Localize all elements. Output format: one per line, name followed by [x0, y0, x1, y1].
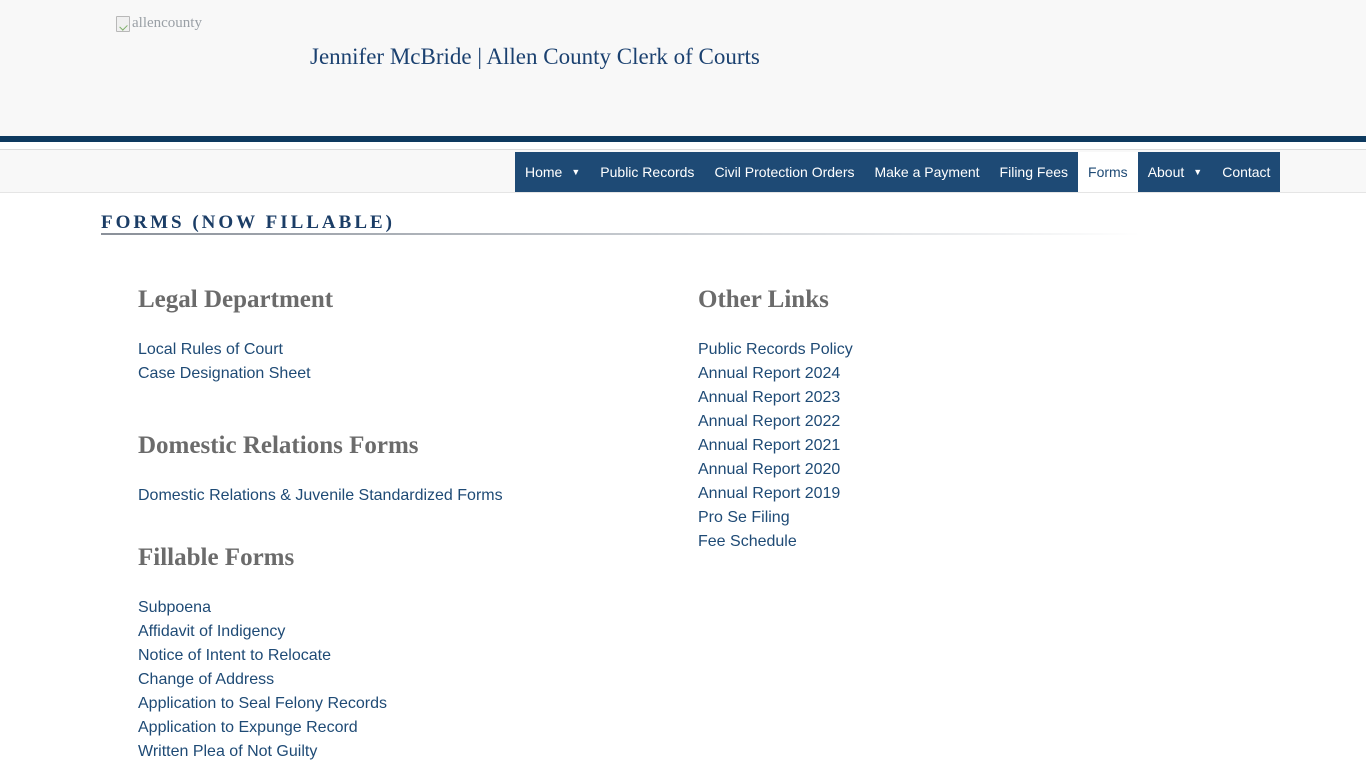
- nav-item-make-a-payment[interactable]: Make a Payment: [864, 152, 990, 192]
- logo-alt-text: allencounty: [132, 15, 202, 31]
- link-subpoena[interactable]: Subpoena: [138, 596, 503, 620]
- link-local-rules-of-court[interactable]: Local Rules of Court: [138, 338, 503, 362]
- page-title-underline: [101, 233, 1141, 235]
- legal-links: Local Rules of Court Case Designation Sh…: [138, 338, 503, 386]
- caret-down-icon: ▼: [1193, 167, 1203, 177]
- nav-item-label: Civil Protection Orders: [714, 164, 855, 180]
- link-application-to-seal-felony-records[interactable]: Application to Seal Felony Records: [138, 692, 503, 716]
- nav-item-forms[interactable]: Forms: [1078, 152, 1138, 192]
- site-title: Jennifer McBride | Allen County Clerk of…: [310, 44, 760, 69]
- page-title: FORMS (NOW FILLABLE): [101, 212, 396, 233]
- section-title-other-links: Other Links: [698, 286, 829, 313]
- nav-item-label: Forms: [1088, 164, 1128, 180]
- section-title-fillable-forms: Fillable Forms: [138, 544, 295, 571]
- nav-item-about[interactable]: About ▼: [1137, 152, 1213, 192]
- link-annual-report-2021[interactable]: Annual Report 2021: [698, 434, 853, 458]
- link-affidavit-of-indigency[interactable]: Affidavit of Indigency: [138, 620, 503, 644]
- link-annual-report-2019[interactable]: Annual Report 2019: [698, 482, 853, 506]
- section-title-legal-department: Legal Department: [138, 286, 334, 313]
- nav-item-contact[interactable]: Contact: [1212, 152, 1281, 192]
- caret-down-icon: ▼: [571, 167, 581, 177]
- link-public-records-policy[interactable]: Public Records Policy: [698, 338, 853, 362]
- link-application-to-expunge-record[interactable]: Application to Expunge Record: [138, 716, 503, 740]
- nav-item-label: Public Records: [600, 164, 695, 180]
- nav-item-label: Contact: [1222, 164, 1271, 180]
- nav-item-label: Home: [525, 164, 563, 180]
- nav-item-home[interactable]: Home ▼: [515, 152, 591, 192]
- broken-image-icon: [116, 15, 130, 32]
- nav-item-public-records[interactable]: Public Records: [590, 152, 705, 192]
- site-header: allencounty Jennifer McBride | Allen Cou…: [0, 0, 1366, 136]
- link-annual-report-2024[interactable]: Annual Report 2024: [698, 362, 853, 386]
- nav-item-civil-protection-orders[interactable]: Civil Protection Orders: [704, 152, 865, 192]
- domestic-links: Domestic Relations & Juvenile Standardiz…: [138, 484, 503, 508]
- link-domestic-relations-juvenile-forms[interactable]: Domestic Relations & Juvenile Standardiz…: [138, 484, 503, 508]
- other-links: Public Records Policy Annual Report 2024…: [698, 338, 853, 554]
- nav-item-label: About: [1147, 164, 1185, 180]
- link-notice-of-intent-to-relocate[interactable]: Notice of Intent to Relocate: [138, 644, 503, 668]
- link-written-plea-of-not-guilty[interactable]: Written Plea of Not Guilty: [138, 740, 503, 764]
- nav-item-filing-fees[interactable]: Filing Fees: [989, 152, 1079, 192]
- link-annual-report-2022[interactable]: Annual Report 2022: [698, 410, 853, 434]
- nav-item-label: Make a Payment: [874, 164, 980, 180]
- link-annual-report-2020[interactable]: Annual Report 2020: [698, 458, 853, 482]
- fillable-links: Subpoena Affidavit of Indigency Notice o…: [138, 596, 503, 764]
- link-change-of-address[interactable]: Change of Address: [138, 668, 503, 692]
- link-pro-se-filing[interactable]: Pro Se Filing: [698, 506, 853, 530]
- link-annual-report-2023[interactable]: Annual Report 2023: [698, 386, 853, 410]
- header-gap: [0, 142, 1366, 150]
- link-fee-schedule[interactable]: Fee Schedule: [698, 530, 853, 554]
- site-logo[interactable]: allencounty: [116, 15, 202, 32]
- link-case-designation-sheet[interactable]: Case Designation Sheet: [138, 362, 503, 386]
- main-nav: Home ▼ Public Records Civil Protection O…: [515, 152, 1281, 192]
- right-column: Other Links Public Records Policy Annual…: [698, 285, 853, 554]
- left-column: Legal Department Local Rules of Court Ca…: [138, 285, 503, 764]
- section-title-domestic-relations-forms: Domestic Relations Forms: [138, 432, 419, 459]
- nav-item-label: Filing Fees: [999, 164, 1069, 180]
